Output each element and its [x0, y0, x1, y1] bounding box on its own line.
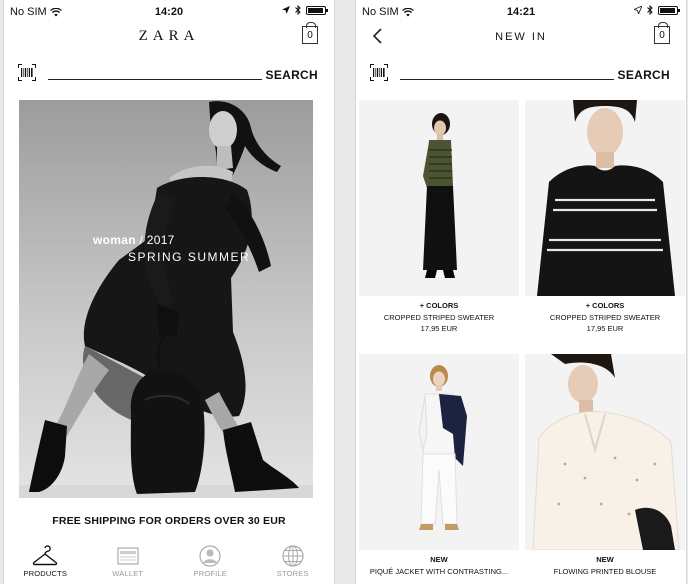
product-price: 17,95 EUR [586, 324, 624, 333]
product-name: FLOWING PRINTED BLOUSE [553, 567, 657, 576]
tab-wallet[interactable]: WALLET [87, 540, 170, 584]
tab-label: PRODUCTS [23, 569, 68, 578]
tab-stores[interactable]: STORES [252, 540, 335, 584]
page-title: NEW IN [495, 31, 547, 43]
search-bar: SEARCH [4, 62, 334, 86]
product-image [525, 100, 685, 296]
campaign-title: SPRING SUMMER [128, 250, 251, 264]
campaign-photo [19, 101, 313, 498]
product-tag: NEW [430, 555, 448, 564]
status-bar: No SIM 14:21 [356, 0, 686, 22]
location-arrow-icon [282, 6, 290, 14]
nav-bar: NEW IN 0 [356, 22, 686, 50]
product-photo [418, 365, 467, 530]
product-grid: + COLORS CROPPED STRIPED SWEATER 17,95 E… [356, 100, 686, 584]
tab-label: PROFILE [193, 569, 227, 578]
shopping-bag-icon[interactable]: 0 [302, 22, 318, 44]
wallet-icon [117, 547, 139, 565]
product-tag: NEW [596, 555, 614, 564]
product-photo [423, 113, 457, 278]
tab-products[interactable]: PRODUCTS [4, 540, 87, 584]
tab-label: STORES [276, 569, 309, 578]
shopping-bag-icon[interactable]: 0 [654, 22, 670, 44]
search-button[interactable]: SEARCH [266, 68, 318, 82]
search-bar: SEARCH [356, 62, 686, 86]
product-tag: + COLORS [585, 301, 625, 310]
search-input[interactable] [400, 79, 614, 80]
hanger-icon [33, 545, 58, 566]
tab-label: WALLET [112, 569, 144, 578]
product-name: CROPPED STRIPED SWEATER [383, 313, 495, 322]
barcode-scanner-icon[interactable] [370, 64, 388, 81]
barcode-scanner-icon[interactable] [18, 64, 36, 81]
product-image [359, 100, 519, 296]
globe-icon [282, 545, 304, 567]
product-image [525, 354, 685, 550]
campaign-banner[interactable]: woman / 2017 SPRING SUMMER [19, 100, 313, 498]
product-tag: + COLORS [419, 301, 459, 310]
campaign-subtitle: woman / 2017 [93, 233, 175, 247]
home-screen: No SIM 14:20 ZARA 0 SEARCH woman / 2017 … [4, 0, 334, 584]
product-name: CROPPED STRIPED SWEATER [549, 313, 661, 322]
search-button[interactable]: SEARCH [618, 68, 670, 82]
profile-icon [199, 545, 221, 567]
product-photo [532, 354, 680, 550]
location-arrow-icon [634, 6, 642, 14]
product-image [359, 354, 519, 550]
zara-logo[interactable]: ZARA [4, 28, 334, 45]
status-bar: No SIM 14:20 [4, 0, 334, 22]
battery-icon [306, 5, 328, 15]
new-in-screen: No SIM 14:21 NEW IN 0 SEARCH + COLORS CR… [356, 0, 686, 584]
product-photo [537, 100, 675, 296]
search-input[interactable] [48, 79, 262, 80]
nav-bar: ZARA 0 [4, 22, 334, 50]
tab-bar: PRODUCTS WALLET PROFILE STORES [4, 540, 334, 584]
bluetooth-icon [647, 5, 653, 15]
bluetooth-icon [295, 5, 301, 15]
product-name: PIQUÉ JACKET WITH CONTRASTING... [369, 567, 509, 576]
shipping-banner: FREE SHIPPING FOR ORDERS OVER 30 EUR [52, 515, 286, 527]
product-price: 17,95 EUR [420, 324, 458, 333]
tab-profile[interactable]: PROFILE [169, 540, 252, 584]
battery-icon [658, 5, 680, 15]
